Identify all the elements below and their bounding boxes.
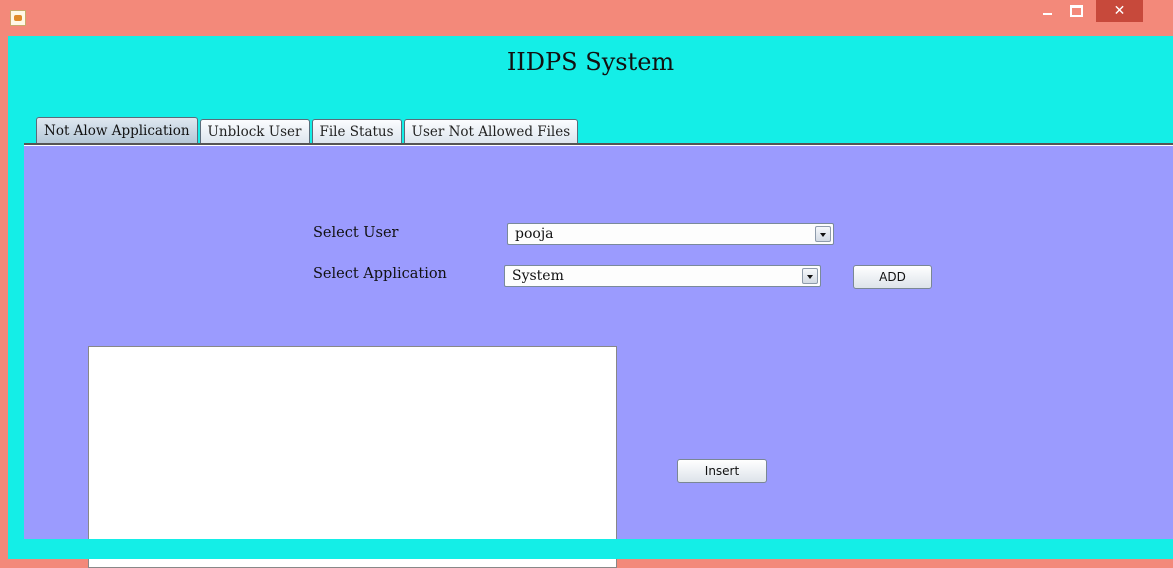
tab-unblock-user[interactable]: Unblock User	[199, 119, 310, 143]
select-application-combo[interactable]: System	[504, 265, 821, 287]
select-user-combo[interactable]: pooja	[507, 223, 834, 245]
tab-file-status[interactable]: File Status	[311, 119, 402, 143]
app-title: IIDPS System	[506, 48, 675, 76]
title-bar: ✕	[0, 0, 1173, 36]
tab-bar: Not Alow Application Unblock User File S…	[36, 117, 580, 143]
maximize-icon	[1069, 4, 1083, 17]
tab-not-alow-application[interactable]: Not Alow Application	[36, 117, 198, 143]
tab-panel-not-alow-application: Select User pooja Select Application Sys…	[24, 146, 1173, 568]
minimize-icon	[1042, 12, 1052, 15]
java-app-icon	[10, 10, 26, 26]
close-icon: ✕	[1113, 3, 1126, 19]
add-button[interactable]: ADD	[853, 265, 932, 289]
applications-list[interactable]	[88, 346, 617, 568]
close-button[interactable]: ✕	[1096, 0, 1143, 22]
select-application-label: Select Application	[313, 266, 447, 282]
select-application-value: System	[512, 268, 564, 284]
tab-user-not-allowed-files[interactable]: User Not Allowed Files	[403, 119, 579, 143]
app-client-area: IIDPS System Not Alow Application Unbloc…	[8, 36, 1173, 568]
dropdown-arrow-icon[interactable]	[802, 268, 818, 284]
dropdown-arrow-icon[interactable]	[815, 226, 831, 242]
insert-button[interactable]: Insert	[677, 459, 767, 483]
minimize-button[interactable]	[1033, 0, 1061, 22]
select-user-value: pooja	[515, 226, 554, 242]
bottom-strip	[8, 539, 1173, 559]
select-user-label: Select User	[313, 225, 399, 241]
maximize-button[interactable]	[1062, 0, 1090, 22]
